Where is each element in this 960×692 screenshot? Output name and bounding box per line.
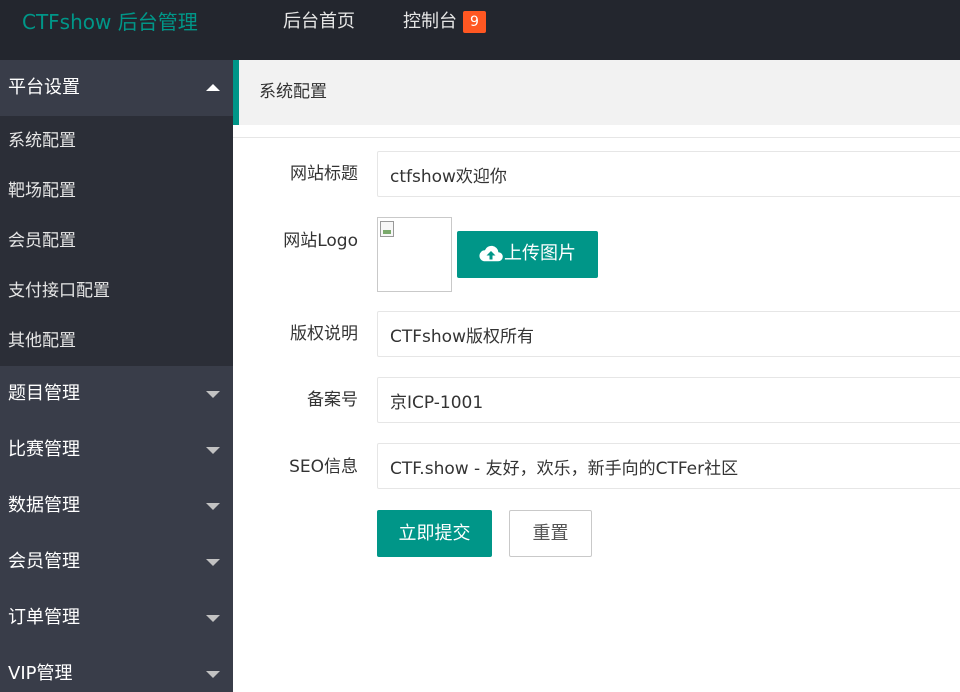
seo-label: SEO信息: [289, 457, 358, 477]
icp-input[interactable]: [377, 377, 960, 423]
menu-group-vip-mgmt[interactable]: VIP管理: [0, 646, 233, 692]
site-title-label: 网站标题: [290, 164, 358, 184]
page-title: 系统配置: [259, 82, 327, 102]
notification-badge: 9: [463, 11, 486, 33]
menu-group-label: VIP管理: [8, 663, 73, 684]
submit-button[interactable]: 立即提交: [377, 510, 492, 557]
divider: [233, 137, 960, 138]
sidebar-item-label: 其他配置: [8, 331, 76, 351]
caret-down-icon: [206, 671, 220, 678]
nav-home[interactable]: 后台首页: [283, 10, 355, 34]
submenu-platform-settings: 系统配置 靶场配置 会员配置 支付接口配置 其他配置: [0, 116, 233, 366]
caret-down-icon: [206, 447, 220, 454]
menu-group-challenge-mgmt[interactable]: 题目管理: [0, 366, 233, 422]
sidebar-item-range-config[interactable]: 靶场配置: [0, 166, 233, 216]
top-header: CTFshow 后台管理 后台首页 控制台 9: [0, 0, 960, 60]
upload-image-button[interactable]: 上传图片: [457, 231, 598, 278]
menu-group-label: 平台设置: [8, 77, 80, 98]
sidebar-item-payment-config[interactable]: 支付接口配置: [0, 266, 233, 316]
menu-group-data-mgmt[interactable]: 数据管理: [0, 478, 233, 534]
menu-group-label: 数据管理: [8, 495, 80, 516]
caret-down-icon: [206, 503, 220, 510]
sidebar: 平台设置 系统配置 靶场配置 会员配置 支付接口配置 其他配置 题目管理 比赛管…: [0, 60, 233, 692]
site-title-input[interactable]: [377, 151, 960, 197]
upload-button-label: 上传图片: [504, 243, 576, 264]
reset-button[interactable]: 重置: [509, 510, 592, 557]
sidebar-item-label: 支付接口配置: [8, 281, 110, 301]
sidebar-item-member-config[interactable]: 会员配置: [0, 216, 233, 266]
sidebar-item-label: 会员配置: [8, 231, 76, 251]
menu-group-label: 订单管理: [8, 607, 80, 628]
broken-image-icon: [380, 221, 394, 237]
menu-group-label: 会员管理: [8, 551, 80, 572]
logo-preview: [377, 217, 452, 292]
copyright-label: 版权说明: [290, 324, 358, 344]
menu-group-order-mgmt[interactable]: 订单管理: [0, 590, 233, 646]
caret-up-icon: [206, 84, 220, 91]
cloud-upload-icon: [479, 245, 503, 262]
sidebar-item-label: 系统配置: [8, 131, 76, 151]
caret-down-icon: [206, 391, 220, 398]
site-logo-label: 网站Logo: [283, 231, 358, 251]
icp-label: 备案号: [307, 390, 358, 410]
sidebar-item-system-config[interactable]: 系统配置: [0, 116, 233, 166]
sidebar-item-label: 靶场配置: [8, 181, 76, 201]
menu-group-contest-mgmt[interactable]: 比赛管理: [0, 422, 233, 478]
brand-title[interactable]: CTFshow 后台管理: [22, 10, 198, 34]
sidebar-item-other-config[interactable]: 其他配置: [0, 316, 233, 366]
menu-group-platform-settings[interactable]: 平台设置: [0, 60, 233, 116]
caret-down-icon: [206, 615, 220, 622]
page-tab-header: 系统配置: [233, 60, 960, 125]
menu-group-label: 题目管理: [8, 383, 80, 404]
copyright-input[interactable]: [377, 311, 960, 357]
menu-group-member-mgmt[interactable]: 会员管理: [0, 534, 233, 590]
caret-down-icon: [206, 559, 220, 566]
menu-group-label: 比赛管理: [8, 439, 80, 460]
nav-console[interactable]: 控制台: [403, 10, 457, 34]
main-content: 系统配置 网站标题 网站Logo 上传图片 版权说明 备案号 SEO信息 立即提…: [233, 60, 960, 692]
seo-input[interactable]: [377, 443, 960, 489]
